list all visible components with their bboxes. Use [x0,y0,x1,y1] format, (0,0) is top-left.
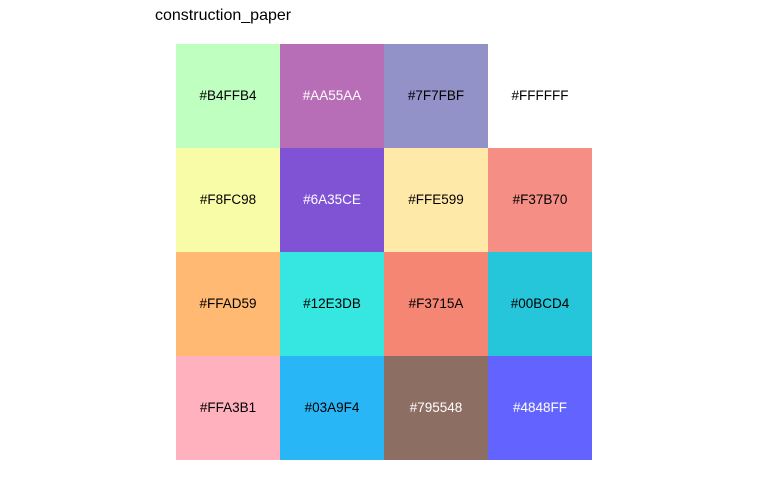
swatch-label: #F3715A [408,296,464,312]
swatch-label: #FFFFFF [511,88,569,104]
swatch-label: #F8FC98 [199,192,257,208]
swatch-tile: #FFA3B1 [176,356,280,460]
swatch-tile: #FFE599 [384,148,488,252]
swatch-tile: #00BCD4 [488,252,592,356]
swatch-tile: #03A9F4 [280,356,384,460]
swatch-tile: #12E3DB [280,252,384,356]
swatch-label: #4848FF [512,400,568,416]
swatch-tile: #F8FC98 [176,148,280,252]
swatch-label: #12E3DB [303,296,361,312]
swatch-label: #00BCD4 [510,296,570,312]
swatch-label: #AA55AA [302,88,362,104]
swatch-tile: #FFFFFF [488,44,592,148]
swatch-label: #7F7FBF [407,88,465,104]
chart-title: construction_paper [155,7,292,24]
swatch-tile: #FFAD59 [176,252,280,356]
swatch-label: #FFE599 [408,192,464,208]
swatch-tile: #B4FFB4 [176,44,280,148]
swatch-tile: #F3715A [384,252,488,356]
swatch-label: #FFA3B1 [199,400,257,416]
swatch-label: #FFAD59 [199,296,257,312]
swatch-tile: #F37B70 [488,148,592,252]
swatch-tile: #4848FF [488,356,592,460]
swatch-label: #B4FFB4 [199,88,257,104]
swatch-tile: #6A35CE [280,148,384,252]
swatch-label: #03A9F4 [304,400,360,416]
swatch-label: #F37B70 [512,192,568,208]
swatch-tile: #AA55AA [280,44,384,148]
swatch-grid: #B4FFB4 #AA55AA #7F7FBF #FFFFFF #F8FC98 #6A35… [176,44,592,460]
swatch-tile: #7F7FBF [384,44,488,148]
swatch-label: #795548 [409,400,463,416]
swatch-label: #6A35CE [303,192,361,208]
swatch-tile: #795548 [384,356,488,460]
